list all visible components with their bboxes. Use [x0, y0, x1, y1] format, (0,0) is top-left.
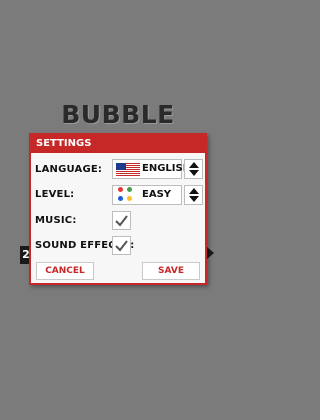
level-select[interactable]: Easy — [112, 185, 182, 205]
spinner-up-icon[interactable] — [189, 188, 199, 194]
language-select[interactable]: English — [112, 159, 191, 179]
cancel-button[interactable]: Cancel — [36, 262, 94, 280]
language-spinner[interactable] — [184, 159, 203, 179]
music-checkbox[interactable] — [112, 211, 131, 230]
spinner-down-icon[interactable] — [189, 196, 199, 202]
settings-dialog: Settings Language: English Level: Easy — [29, 133, 207, 285]
spinner-down-icon[interactable] — [189, 170, 199, 176]
music-label: Music: — [35, 215, 77, 226]
save-button[interactable]: Save — [142, 262, 200, 280]
sound-effects-checkbox[interactable] — [112, 236, 131, 255]
level-spinner[interactable] — [184, 185, 203, 205]
level-label: Level: — [35, 189, 75, 200]
us-flag-icon — [116, 163, 140, 176]
background-arrow-icon — [207, 247, 214, 259]
bubbles-icon — [118, 187, 134, 203]
settings-header: Settings — [31, 135, 205, 153]
spinner-up-icon[interactable] — [189, 162, 199, 168]
checkmark-icon — [115, 215, 128, 227]
language-label: Language: — [35, 164, 103, 175]
level-value: Easy — [142, 189, 172, 200]
checkmark-icon — [115, 240, 128, 252]
